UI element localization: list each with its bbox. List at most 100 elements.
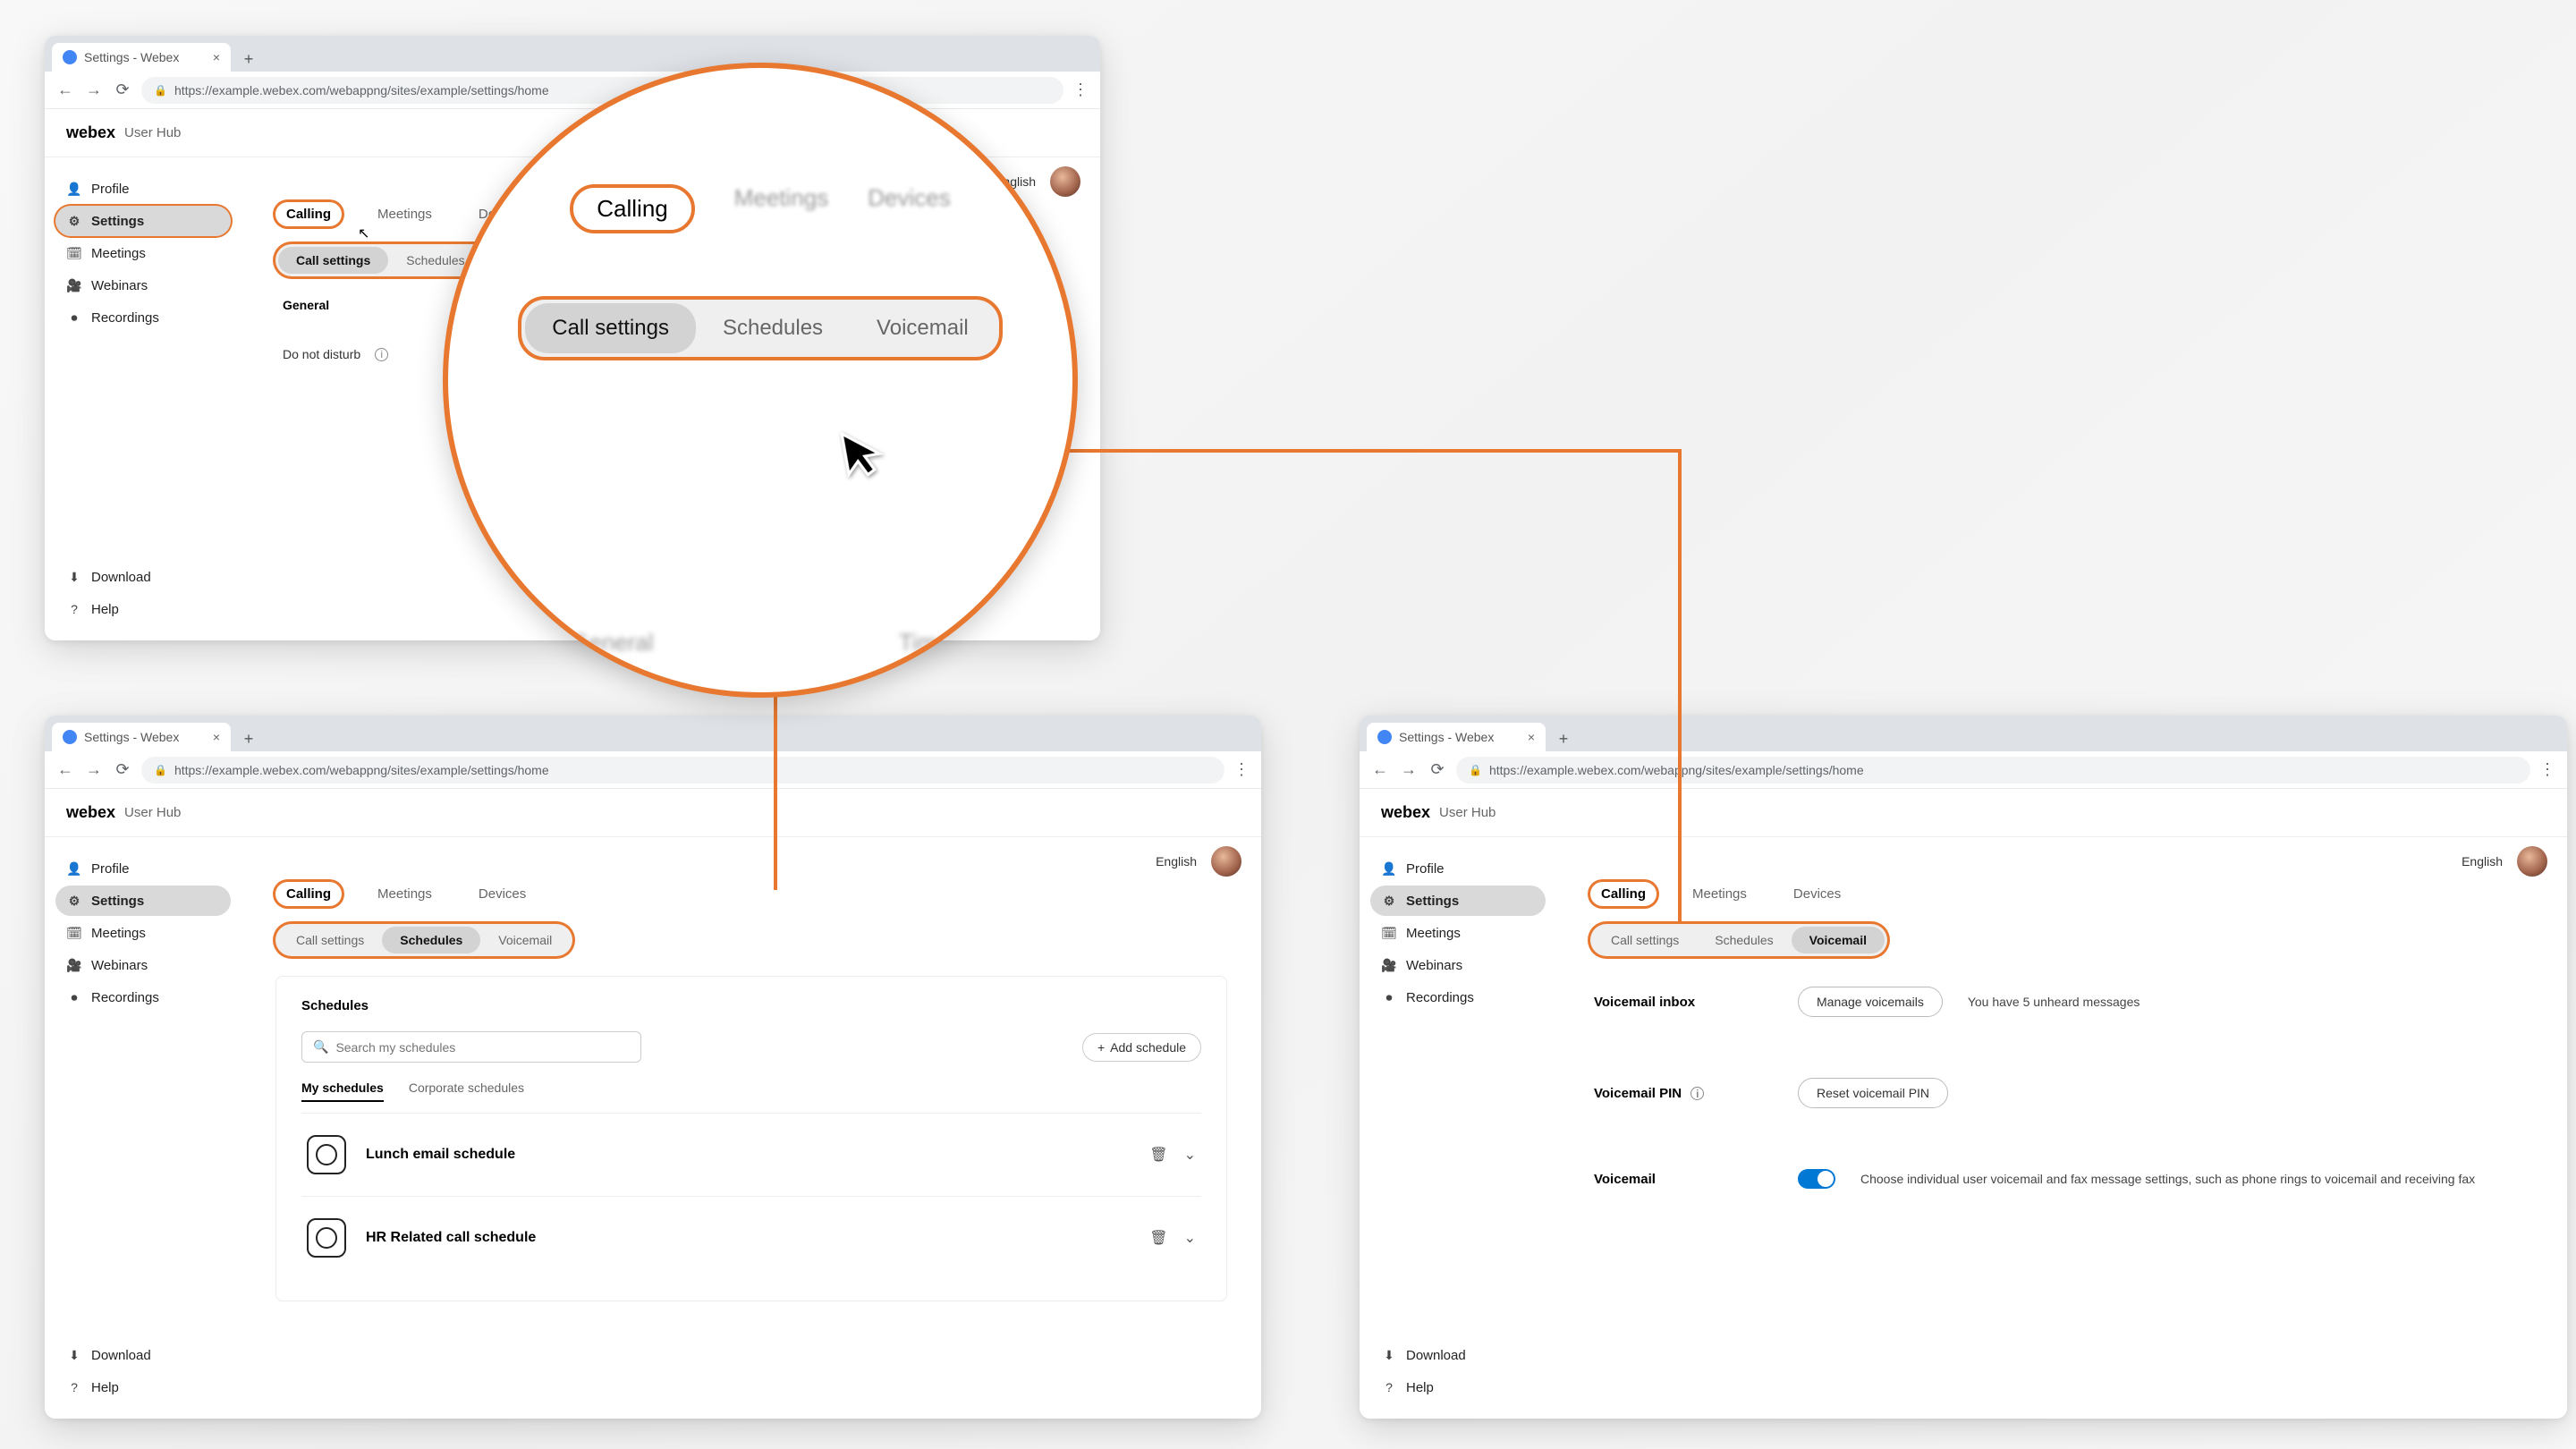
download-icon: ⬇ — [66, 1347, 82, 1363]
voicemail-pin-label: Voicemail PIN i — [1594, 1086, 1773, 1101]
avatar[interactable] — [1050, 166, 1080, 197]
calendar-icon: 🗓 — [66, 245, 82, 261]
subtab-schedules[interactable]: Schedules — [1697, 927, 1791, 953]
sidebar-item-settings[interactable]: ⚙Settings — [55, 206, 231, 236]
tab-devices[interactable]: Devices — [468, 882, 537, 906]
info-icon[interactable]: i — [375, 348, 388, 361]
new-tab-button[interactable]: + — [236, 726, 261, 751]
schedule-row[interactable]: Lunch email schedule 🗑 ⌄ — [301, 1113, 1201, 1196]
manage-voicemails-button[interactable]: Manage voicemails — [1798, 987, 1943, 1017]
sidebar-item-profile[interactable]: 👤Profile — [55, 174, 231, 204]
language-selector[interactable]: English — [2462, 854, 2503, 869]
url-field[interactable]: 🔒 https://example.webex.com/webappng/sit… — [141, 757, 1224, 784]
browser-menu-icon[interactable]: ⋮ — [1072, 80, 1089, 99]
tab-meetings[interactable]: Meetings — [367, 202, 443, 226]
tab-close-icon[interactable]: × — [213, 50, 220, 64]
tab-meetings[interactable]: Meetings — [1682, 882, 1758, 906]
browser-tab[interactable]: Settings - Webex × — [52, 43, 231, 72]
forward-icon[interactable]: → — [1399, 760, 1419, 779]
tab-meetings[interactable]: Meetings — [367, 882, 443, 906]
sidebar-item-webinars[interactable]: 🎥Webinars — [55, 270, 231, 301]
sidebar-item-meetings[interactable]: 🗓Meetings — [55, 918, 231, 948]
sidebar-item-settings[interactable]: ⚙Settings — [1370, 886, 1546, 916]
tab-devices[interactable]: Devices — [1783, 882, 1852, 906]
sidebar-item-help[interactable]: ?Help — [55, 594, 231, 624]
sidebar-item-download[interactable]: ⬇Download — [1370, 1340, 1546, 1370]
subtab-bar: Call settings Schedules Voicemail — [275, 924, 572, 956]
delete-icon[interactable]: 🗑 — [1149, 1146, 1167, 1164]
avatar[interactable] — [2517, 846, 2547, 877]
subnav-my-schedules[interactable]: My schedules — [301, 1080, 384, 1102]
delete-icon[interactable]: 🗑 — [1149, 1229, 1167, 1247]
search-input[interactable]: 🔍 — [301, 1031, 641, 1063]
sidebar-item-help[interactable]: ?Help — [1370, 1372, 1546, 1402]
voicemail-pin-row: Voicemail PIN i Reset voicemail PIN — [1576, 1047, 2547, 1139]
language-selector[interactable]: English — [1156, 854, 1197, 869]
browser-menu-icon[interactable]: ⋮ — [2539, 760, 2556, 779]
sidebar-item-profile[interactable]: 👤Profile — [55, 853, 231, 884]
address-bar: ← → ⟳ 🔒 https://example.webex.com/webapp… — [1360, 751, 2567, 789]
tab-calling[interactable]: Calling — [1590, 882, 1657, 906]
url-field[interactable]: 🔒 https://example.webex.com/webappng/sit… — [1456, 757, 2530, 784]
schedules-subnav: My schedules Corporate schedules — [301, 1080, 1201, 1102]
sidebar-item-profile[interactable]: 👤Profile — [1370, 853, 1546, 884]
sidebar-item-recordings[interactable]: ⏺Recordings — [1370, 982, 1546, 1013]
sidebar-item-download[interactable]: ⬇Download — [55, 562, 231, 592]
reload-icon[interactable]: ⟳ — [113, 760, 132, 779]
sidebar-item-download[interactable]: ⬇Download — [55, 1340, 231, 1370]
info-icon[interactable]: i — [1690, 1087, 1704, 1100]
subtab-voicemail[interactable]: Voicemail — [1792, 927, 1885, 953]
browser-menu-icon[interactable]: ⋮ — [1233, 760, 1250, 779]
add-schedule-button[interactable]: + Add schedule — [1082, 1033, 1201, 1062]
subtab-voicemail[interactable]: Voicemail — [480, 927, 570, 953]
tab-title: Settings - Webex — [84, 730, 179, 744]
forward-icon[interactable]: → — [84, 80, 104, 99]
plus-icon: + — [1097, 1040, 1105, 1055]
sidebar-item-meetings[interactable]: 🗓Meetings — [55, 238, 231, 268]
browser-tab[interactable]: Settings - Webex × — [52, 723, 231, 751]
new-tab-button[interactable]: + — [236, 47, 261, 72]
app-header: webex User Hub — [1360, 789, 2567, 837]
tab-calling[interactable]: Calling — [275, 202, 342, 226]
subtab-schedules[interactable]: Schedules — [382, 927, 480, 953]
sidebar-item-meetings[interactable]: 🗓Meetings — [1370, 918, 1546, 948]
url-field[interactable]: 🔒 https://example.webex.com/webappng/sit… — [141, 77, 1063, 104]
help-icon: ? — [66, 601, 82, 617]
forward-icon[interactable]: → — [84, 760, 104, 779]
tab-calling[interactable]: Calling — [275, 882, 342, 906]
subnav-corporate-schedules[interactable]: Corporate schedules — [409, 1080, 524, 1102]
url-text: https://example.webex.com/webappng/sites… — [174, 763, 549, 777]
voicemail-description: Choose individual user voicemail and fax… — [1860, 1172, 2475, 1186]
back-icon[interactable]: ← — [1370, 760, 1390, 779]
sidebar: 👤Profile ⚙Settings 🗓Meetings 🎥Webinars ⏺… — [45, 157, 242, 640]
sidebar-item-webinars[interactable]: 🎥Webinars — [55, 950, 231, 980]
reload-icon[interactable]: ⟳ — [113, 80, 132, 99]
avatar[interactable] — [1211, 846, 1241, 877]
sidebar-item-help[interactable]: ?Help — [55, 1372, 231, 1402]
sidebar-item-settings[interactable]: ⚙Settings — [55, 886, 231, 916]
sidebar-item-recordings[interactable]: ⏺Recordings — [55, 302, 231, 333]
gear-icon: ⚙ — [66, 893, 82, 909]
schedule-name: Lunch email schedule — [366, 1147, 515, 1163]
subtab-call-settings[interactable]: Call settings — [278, 927, 382, 953]
subtab-call-settings[interactable]: Call settings — [278, 247, 388, 274]
voicemail-toggle[interactable] — [1798, 1169, 1835, 1189]
browser-tab[interactable]: Settings - Webex × — [1367, 723, 1546, 751]
tab-close-icon[interactable]: × — [213, 730, 220, 744]
back-icon[interactable]: ← — [55, 80, 75, 99]
window-schedules: Settings - Webex × + ← → ⟳ 🔒 https://exa… — [45, 716, 1261, 1419]
reload-icon[interactable]: ⟳ — [1428, 760, 1447, 779]
back-icon[interactable]: ← — [55, 760, 75, 779]
sidebar-item-recordings[interactable]: ⏺Recordings — [55, 982, 231, 1013]
subtab-call-settings[interactable]: Call settings — [1593, 927, 1697, 953]
schedule-row[interactable]: HR Related call schedule 🗑 ⌄ — [301, 1196, 1201, 1279]
reset-pin-button[interactable]: Reset voicemail PIN — [1798, 1078, 1948, 1108]
chevron-down-icon[interactable]: ⌄ — [1184, 1229, 1196, 1247]
search-field[interactable] — [335, 1040, 630, 1055]
new-tab-button[interactable]: + — [1551, 726, 1576, 751]
tab-close-icon[interactable]: × — [1528, 730, 1535, 744]
sidebar-item-webinars[interactable]: 🎥Webinars — [1370, 950, 1546, 980]
chevron-down-icon[interactable]: ⌄ — [1184, 1146, 1196, 1164]
section-tabs: Calling Meetings Devices — [275, 882, 1241, 906]
sidebar: 👤Profile ⚙Settings 🗓Meetings 🎥Webinars ⏺… — [1360, 837, 1556, 1419]
